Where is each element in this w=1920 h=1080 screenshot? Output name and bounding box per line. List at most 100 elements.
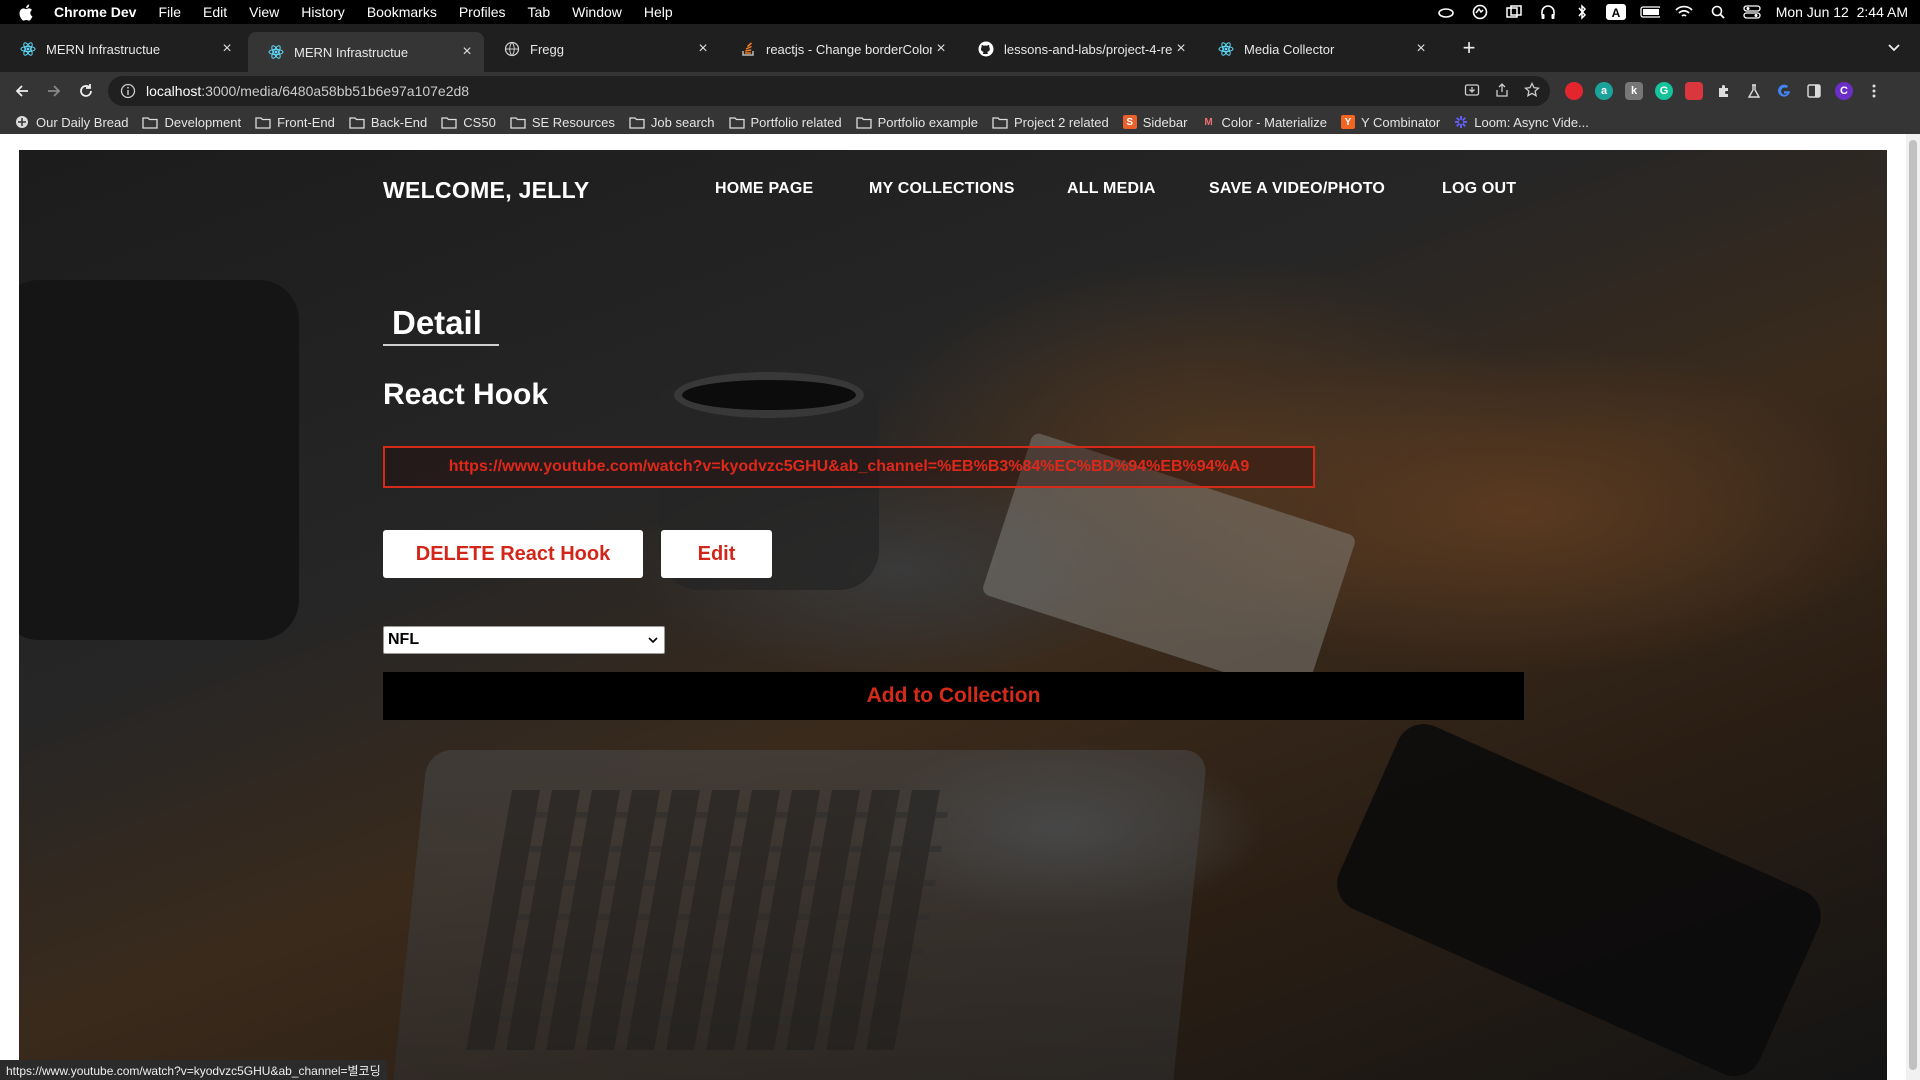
menu-view[interactable]: View xyxy=(249,4,279,20)
bookmark-item[interactable]: M Color - Materialize xyxy=(1202,115,1327,130)
install-app-icon[interactable] xyxy=(1464,82,1480,101)
menu-help[interactable]: Help xyxy=(644,4,673,20)
bookmark-folder[interactable]: Portfolio related xyxy=(728,114,842,130)
nav-my-collections[interactable]: MY COLLECTIONS xyxy=(869,180,1015,198)
close-icon[interactable]: × xyxy=(218,40,236,58)
bookmark-folder[interactable]: Development xyxy=(142,115,241,130)
battery-icon[interactable] xyxy=(1640,4,1660,20)
control-center-icon[interactable] xyxy=(1742,4,1762,20)
ext-a-icon[interactable]: a xyxy=(1595,82,1613,100)
tab-4[interactable]: lessons-and-labs/project-4-re × xyxy=(958,34,1198,64)
menu-bar-clock[interactable]: Mon Jun 12 2:44 AM xyxy=(1776,4,1908,20)
tab-strip: MERN Infrastructue × MERN Infrastructue … xyxy=(0,24,1920,72)
google-icon[interactable] xyxy=(1775,82,1793,100)
site-info-icon[interactable] xyxy=(120,83,138,99)
side-panel-icon[interactable] xyxy=(1805,82,1823,100)
address-bar[interactable]: localhost :3000/media/6480a58bb51b6e97a1… xyxy=(108,76,1550,106)
tab-2[interactable]: Fregg × xyxy=(484,34,720,64)
bookmark-label: Development xyxy=(164,114,242,130)
kebab-menu-icon[interactable] xyxy=(1865,82,1883,100)
tab-title: MERN Infrastructue xyxy=(294,44,409,60)
input-source-icon[interactable]: A xyxy=(1605,4,1626,20)
bluetooth-icon[interactable] xyxy=(1572,4,1592,20)
background-photo-cup xyxy=(19,280,299,640)
menu-app-name[interactable]: Chrome Dev xyxy=(54,4,136,20)
bookmark-label: SE Resources xyxy=(531,114,615,130)
browser-toolbar: localhost :3000/media/6480a58bb51b6e97a1… xyxy=(0,72,1920,110)
github-icon xyxy=(978,41,994,57)
new-tab-button[interactable]: + xyxy=(1455,34,1483,62)
site-icon xyxy=(14,115,30,129)
bookmark-item[interactable]: Our Daily Bread xyxy=(14,115,128,130)
menu-edit[interactable]: Edit xyxy=(203,4,227,20)
close-icon[interactable]: × xyxy=(932,40,950,58)
close-icon[interactable]: × xyxy=(458,43,476,61)
creative-cloud-icon[interactable] xyxy=(1436,4,1456,20)
media-url-link[interactable]: https://www.youtube.com/watch?v=kyodvzc5… xyxy=(383,446,1315,488)
bookmark-label: Project 2 related xyxy=(1014,114,1109,130)
bookmark-star-icon[interactable] xyxy=(1523,81,1541,101)
tab-5[interactable]: Media Collector × xyxy=(1198,34,1438,64)
bookmark-folder[interactable]: SE Resources xyxy=(510,115,615,130)
page-scrollbar[interactable] xyxy=(1906,134,1920,1080)
lab-flask-icon[interactable] xyxy=(1745,82,1763,100)
link-status-bubble: https://www.youtube.com/watch?v=kyodvzc5… xyxy=(0,1060,387,1080)
menu-profiles[interactable]: Profiles xyxy=(459,4,506,20)
bookmark-folder[interactable]: Back-End xyxy=(349,115,427,130)
loom-icon xyxy=(1454,115,1468,129)
media-title: React Hook xyxy=(383,378,549,411)
edit-media-button[interactable]: Edit xyxy=(661,530,772,578)
menu-history[interactable]: History xyxy=(301,4,345,20)
tab-3[interactable]: reactjs - Change borderColor i × xyxy=(720,34,958,64)
bookmark-label: Y Combinator xyxy=(1360,114,1441,130)
headphones-icon[interactable] xyxy=(1538,4,1558,20)
tab-title: reactjs - Change borderColor i xyxy=(766,41,932,57)
close-icon[interactable]: × xyxy=(1172,40,1190,58)
ext-red-icon[interactable] xyxy=(1565,82,1583,100)
menu-bookmarks[interactable]: Bookmarks xyxy=(367,4,437,20)
share-icon[interactable] xyxy=(1494,82,1510,101)
menu-tab[interactable]: Tab xyxy=(528,4,551,20)
ext-calendar-icon[interactable] xyxy=(1685,82,1703,100)
nav-home-page[interactable]: HOME PAGE xyxy=(715,180,813,198)
bookmark-label: Loom: Async Vide... xyxy=(1474,114,1589,130)
bookmark-label: Our Daily Bread xyxy=(36,114,129,130)
scrollbar-thumb[interactable] xyxy=(1909,140,1917,1070)
profile-avatar[interactable]: C xyxy=(1835,82,1853,100)
bookmark-item[interactable]: Y Y Combinator xyxy=(1340,114,1441,130)
collection-select[interactable]: NFL xyxy=(383,626,665,654)
bookmark-item[interactable]: Loom: Async Vide... xyxy=(1454,115,1589,130)
puzzle-extensions-icon[interactable] xyxy=(1715,82,1733,100)
grammarly-icon[interactable]: G xyxy=(1655,82,1673,100)
forward-arrow-icon[interactable] xyxy=(40,77,68,105)
nav-all-media[interactable]: ALL MEDIA xyxy=(1067,180,1156,198)
spotlight-search-icon[interactable] xyxy=(1708,4,1728,20)
stackoverflow-icon xyxy=(740,41,756,57)
back-arrow-icon[interactable] xyxy=(8,77,36,105)
cloud-sync-icon[interactable] xyxy=(1470,4,1490,20)
close-icon[interactable]: × xyxy=(694,40,712,58)
delete-media-button[interactable]: DELETE React Hook xyxy=(383,530,643,578)
tab-1-active[interactable]: MERN Infrastructue × xyxy=(248,32,484,72)
close-icon[interactable]: × xyxy=(1412,40,1430,58)
tab-search-icon[interactable] xyxy=(1882,36,1906,60)
bookmark-folder[interactable]: Front-End xyxy=(255,115,335,130)
apple-icon[interactable] xyxy=(18,4,38,21)
bookmark-folder[interactable]: Project 2 related xyxy=(992,115,1109,130)
nav-save-video-photo[interactable]: SAVE A VIDEO/PHOTO xyxy=(1209,180,1385,198)
reload-icon[interactable] xyxy=(72,77,100,105)
add-to-collection-button[interactable]: Add to Collection xyxy=(383,672,1524,720)
bookmark-folder[interactable]: CS50 xyxy=(441,115,496,130)
background-photo-mug-rim xyxy=(674,372,864,418)
bookmark-folder[interactable]: Job search xyxy=(629,115,715,130)
windows-icon[interactable] xyxy=(1504,4,1524,20)
tab-0[interactable]: MERN Infrastructue × xyxy=(0,34,244,64)
bookmark-folder[interactable]: Portfolio example xyxy=(855,115,978,130)
bookmark-item[interactable]: S Sidebar xyxy=(1122,115,1188,130)
ext-k-icon[interactable]: k xyxy=(1625,82,1643,100)
nav-log-out[interactable]: LOG OUT xyxy=(1442,180,1516,198)
wifi-icon[interactable] xyxy=(1674,4,1694,20)
menu-file[interactable]: File xyxy=(158,4,181,20)
bookmark-label: Portfolio related xyxy=(750,114,842,130)
menu-window[interactable]: Window xyxy=(572,4,622,20)
